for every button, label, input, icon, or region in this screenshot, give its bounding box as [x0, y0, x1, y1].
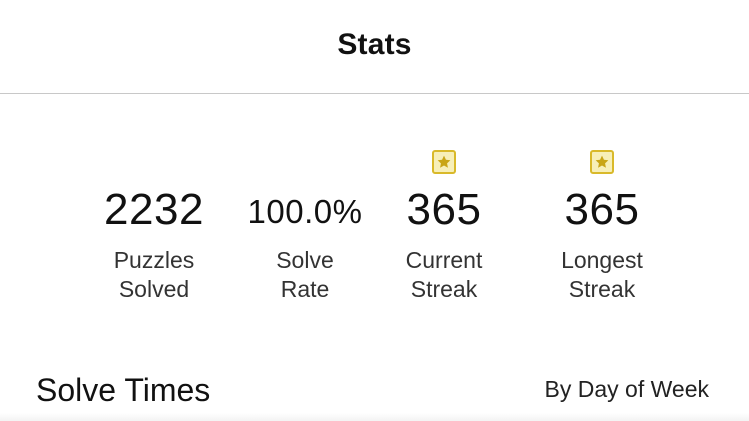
stats-header: Stats [0, 0, 749, 94]
star-badge-icon [432, 150, 456, 174]
stat-value: 365 [406, 185, 482, 234]
stat-value: 365 [564, 185, 640, 234]
solve-times-title: Solve Times [36, 372, 211, 408]
day-of-week-filter-button[interactable]: By Day of Week [545, 375, 709, 403]
bottom-edge [0, 413, 749, 421]
stat-label-line1: Puzzles [113, 247, 195, 273]
stat-label-line2: Solved [118, 276, 190, 302]
stat-label-line1: Longest [561, 247, 643, 273]
stat-label-line2: Streak [410, 276, 478, 302]
stat-label-line2: Streak [568, 276, 636, 302]
stat-label: Solve Rate [225, 246, 385, 304]
stat-label: Longest Streak [522, 246, 682, 304]
stat-value: 2232 [104, 185, 204, 234]
stat-label-line1: Current [405, 247, 483, 273]
stat-label: Puzzles Solved [74, 246, 234, 304]
star-badge-icon [590, 150, 614, 174]
stat-label-line1: Solve [276, 247, 334, 273]
page-title: Stats [337, 28, 412, 61]
stat-value: 100.0% [247, 193, 363, 230]
stat-label-line2: Rate [280, 276, 330, 302]
stat-label: Current Streak [364, 246, 524, 304]
